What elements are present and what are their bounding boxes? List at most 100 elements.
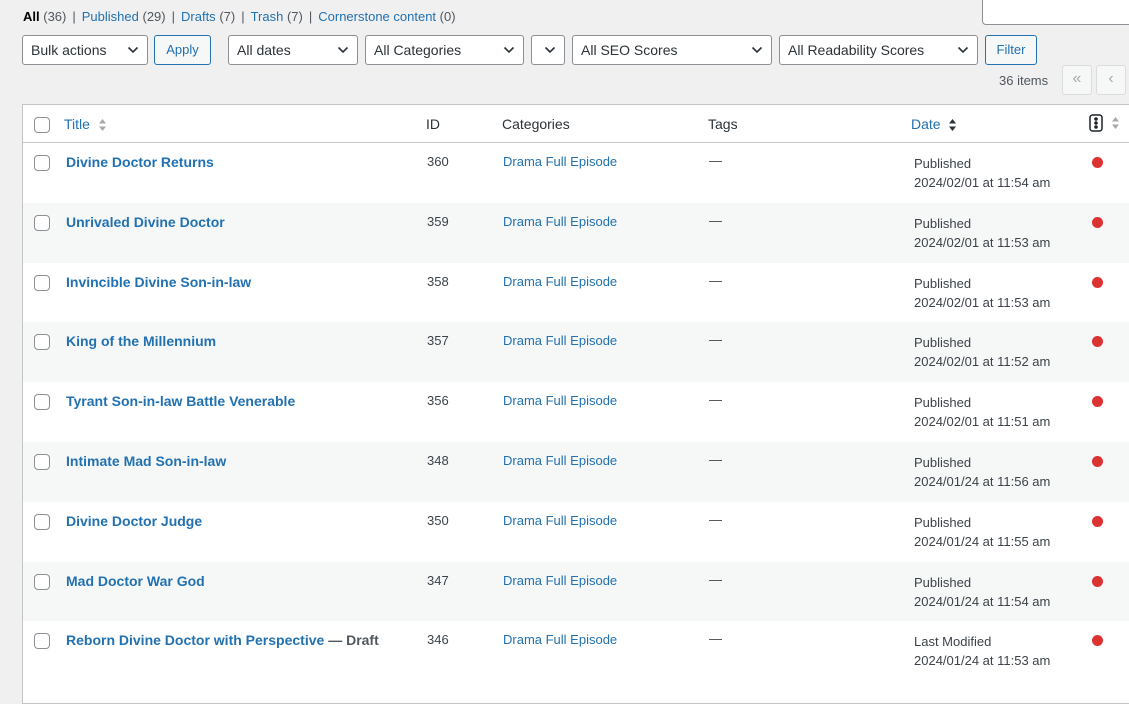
row-checkbox[interactable] <box>34 513 50 530</box>
posts-table: Title ID Categories Tags Date Divine Doc… <box>22 104 1129 704</box>
post-title: Divine Doctor Judge <box>66 512 203 529</box>
first-page-button[interactable]: « <box>1062 65 1092 95</box>
post-title: Intimate Mad Son-in-law <box>66 452 227 469</box>
search-input[interactable] <box>982 0 1129 25</box>
select-all-checkbox[interactable] <box>34 117 50 133</box>
bulk-actions-select[interactable]: Bulk actions <box>22 35 148 65</box>
sort-icon <box>1111 117 1119 130</box>
table-body: Divine Doctor Returns 360 Drama Full Epi… <box>23 143 1129 681</box>
post-date: Published 2024/02/01 at 11:53 am <box>914 275 1051 310</box>
post-id: 347 <box>427 572 449 588</box>
post-id: 360 <box>427 154 449 169</box>
table-row: Divine Doctor Returns 360 Drama Full Epi… <box>23 143 1129 203</box>
post-tags: — <box>709 332 722 348</box>
table-row: Reborn Divine Doctor with Perspective — … <box>23 621 1129 681</box>
post-category-link[interactable]: Drama Full Episode <box>503 154 617 169</box>
seo-score-dot <box>1092 635 1103 647</box>
separator: | <box>241 9 245 24</box>
post-tags: — <box>709 392 722 408</box>
post-category-link[interactable]: Drama Full Episode <box>503 632 617 647</box>
dates-select[interactable]: All dates <box>228 35 358 65</box>
categories-select[interactable]: All Categories <box>365 35 524 65</box>
column-categories: Categories <box>502 116 570 132</box>
post-date: Published 2024/02/01 at 11:53 am <box>914 215 1051 250</box>
status-filter-trash[interactable]: Trash (7) <box>251 9 303 24</box>
table-row: Invincible Divine Son-in-law 358 Drama F… <box>23 263 1129 323</box>
post-id: 357 <box>427 333 449 349</box>
post-date: Published 2024/01/24 at 11:56 am <box>914 454 1051 489</box>
column-tags: Tags <box>708 116 738 132</box>
post-date: Published 2024/01/24 at 11:55 am <box>914 514 1051 549</box>
post-title: Divine Doctor Returns <box>66 154 214 170</box>
post-category-link[interactable]: Drama Full Episode <box>503 333 617 348</box>
post-id: 350 <box>427 512 449 528</box>
sort-desc-icon <box>949 119 957 132</box>
post-date: Published 2024/02/01 at 11:52 am <box>914 335 1051 370</box>
post-title: Invincible Divine Son-in-law <box>66 273 252 290</box>
status-filter-all[interactable]: All (36) <box>23 9 66 24</box>
chevron-down-icon <box>127 46 139 54</box>
post-tags: — <box>709 153 722 168</box>
row-checkbox[interactable] <box>34 274 50 291</box>
chevron-down-icon <box>337 46 349 54</box>
row-checkbox[interactable] <box>34 633 50 650</box>
post-category-link[interactable]: Drama Full Episode <box>503 274 617 289</box>
seo-score-dot <box>1092 216 1103 228</box>
row-checkbox[interactable] <box>34 155 50 171</box>
chevron-down-icon <box>751 46 763 54</box>
row-checkbox[interactable] <box>34 453 50 470</box>
status-filter-links: All (36) | Published (29) | Drafts (7) | Trash… <box>23 9 456 24</box>
items-count: 36 items <box>999 73 1049 88</box>
post-id: 346 <box>427 632 449 648</box>
status-filter-cornerstone[interactable]: Cornerstone content (0) <box>318 9 455 24</box>
row-checkbox[interactable] <box>34 394 50 411</box>
row-checkbox[interactable] <box>34 573 50 590</box>
table-row: Unrivaled Divine Doctor 359 Drama Full E… <box>23 202 1129 263</box>
table-row: Intimate Mad Son-in-law 348 Drama Full E… <box>23 441 1129 502</box>
seo-score-dot <box>1092 276 1103 288</box>
seo-score-dot <box>1092 515 1103 527</box>
table-row: Mad Doctor War God 347 Drama Full Episod… <box>23 561 1129 622</box>
post-date: Published 2024/02/01 at 11:54 am <box>914 156 1051 190</box>
post-tags: — <box>709 571 722 587</box>
post-id: 358 <box>427 273 449 289</box>
post-date: Published 2024/01/24 at 11:54 am <box>914 574 1051 609</box>
table-row: Tyrant Son-in-law Battle Venerable 356 D… <box>23 382 1129 442</box>
seo-scores-select[interactable]: All SEO Scores <box>572 35 772 65</box>
post-category-link[interactable]: Drama Full Episode <box>503 573 617 588</box>
table-row: King of the Millennium 357 Drama Full Ep… <box>23 322 1129 383</box>
post-category-link[interactable]: Drama Full Episode <box>503 513 617 528</box>
column-title[interactable]: Title <box>64 116 107 132</box>
row-checkbox[interactable] <box>34 334 50 351</box>
traffic-light-icon <box>1089 114 1103 133</box>
post-category-link[interactable]: Drama Full Episode <box>503 214 617 229</box>
post-tags: — <box>709 511 722 527</box>
column-date[interactable]: Date <box>911 116 957 132</box>
status-filter-drafts[interactable]: Drafts (7) <box>181 9 235 24</box>
prev-page-button[interactable]: ‹ <box>1096 65 1126 95</box>
status-filter-published[interactable]: Published (29) <box>82 9 166 24</box>
post-title: Unrivaled Divine Doctor <box>66 213 225 230</box>
chevron-down-icon <box>544 46 556 54</box>
post-id: 348 <box>427 452 449 468</box>
apply-button[interactable]: Apply <box>154 35 211 65</box>
post-category-link[interactable]: Drama Full Episode <box>503 393 617 408</box>
post-id: 359 <box>427 213 449 229</box>
post-category-link[interactable]: Drama Full Episode <box>503 453 617 468</box>
table-header: Title ID Categories Tags Date <box>23 105 1129 143</box>
post-tags: — <box>709 212 722 228</box>
readability-scores-select[interactable]: All Readability Scores <box>779 35 978 65</box>
table-row: Divine Doctor Judge 350 Drama Full Episo… <box>23 502 1129 562</box>
post-tags: — <box>709 272 722 288</box>
seo-score-dot <box>1092 575 1103 587</box>
row-checkbox[interactable] <box>34 214 50 231</box>
sort-icon <box>98 119 106 132</box>
post-title: Tyrant Son-in-law Battle Venerable <box>66 393 296 410</box>
column-seo-score[interactable] <box>1089 114 1120 133</box>
separator: | <box>308 9 313 24</box>
post-title: Mad Doctor War God <box>66 572 205 589</box>
post-date: Last Modified 2024/01/24 at 11:53 am <box>914 634 1051 669</box>
post-format-select[interactable] <box>531 35 565 65</box>
filter-button[interactable]: Filter <box>985 35 1037 65</box>
separator: | <box>72 9 76 24</box>
